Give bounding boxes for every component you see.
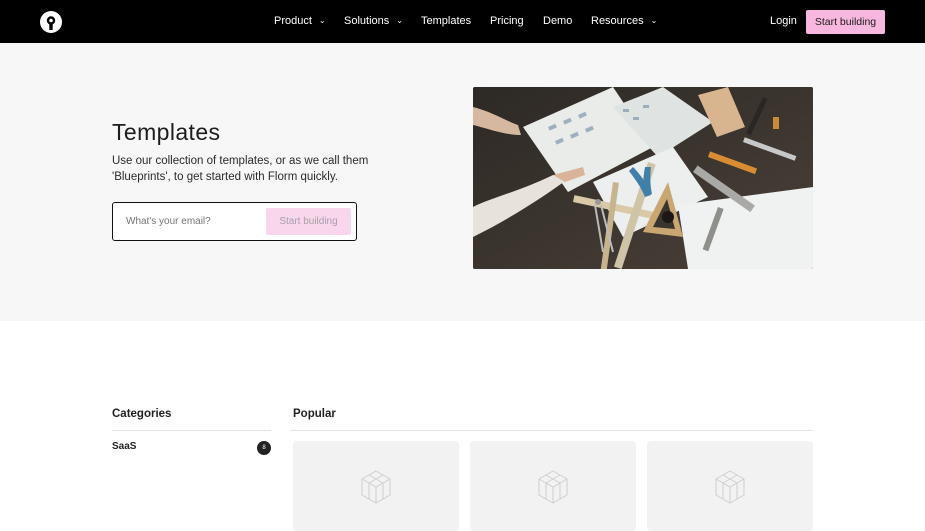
nav-item-product[interactable]: Product ⌄ (274, 0, 326, 43)
categories-divider (112, 430, 271, 431)
popular-heading: Popular (293, 408, 336, 420)
chevron-down-icon: ⌄ (650, 16, 658, 25)
page-title: Templates (112, 119, 221, 145)
template-card[interactable] (470, 441, 636, 531)
nav-item-solutions[interactable]: Solutions ⌄ (344, 0, 403, 43)
top-nav: Product ⌄ Solutions ⌄ Templates Pricing De… (0, 0, 925, 43)
nav-item-demo[interactable]: Demo (543, 0, 572, 43)
email-input[interactable] (126, 203, 266, 240)
popular-divider (290, 430, 813, 431)
hero-image (473, 87, 813, 269)
nav-label: Templates (421, 15, 472, 27)
nav-label: Demo (543, 15, 573, 27)
chevron-down-icon: ⌄ (318, 16, 326, 25)
hero-description: Use our collection of templates, or as w… (112, 155, 369, 183)
category-count-badge: 8 (257, 441, 271, 455)
template-card[interactable] (647, 441, 813, 531)
category-item-saas[interactable]: SaaS (112, 441, 136, 452)
nav-label: Product (274, 15, 312, 27)
nav-start-building-button[interactable]: Start building (806, 10, 885, 34)
cube-placeholder-icon (538, 470, 568, 504)
cube-placeholder-icon (361, 470, 391, 504)
nav-item-pricing[interactable]: Pricing (490, 0, 524, 43)
login-link[interactable]: Login (770, 0, 797, 43)
nav-item-templates[interactable]: Templates (421, 0, 471, 43)
chevron-down-icon: ⌄ (396, 16, 403, 25)
signup-form: Start building (112, 202, 357, 241)
categories-heading: Categories (112, 408, 172, 420)
nav-label: Resources (591, 15, 644, 27)
workbench-tools-image (473, 87, 813, 269)
nav-label: Pricing (490, 15, 524, 27)
template-card[interactable] (293, 441, 459, 531)
cube-placeholder-icon (715, 470, 745, 504)
nav-item-resources[interactable]: Resources ⌄ (591, 0, 657, 43)
hero-start-building-button[interactable]: Start building (266, 208, 351, 235)
nav-label: Solutions (344, 15, 390, 27)
florm-logo-icon[interactable] (40, 11, 62, 33)
